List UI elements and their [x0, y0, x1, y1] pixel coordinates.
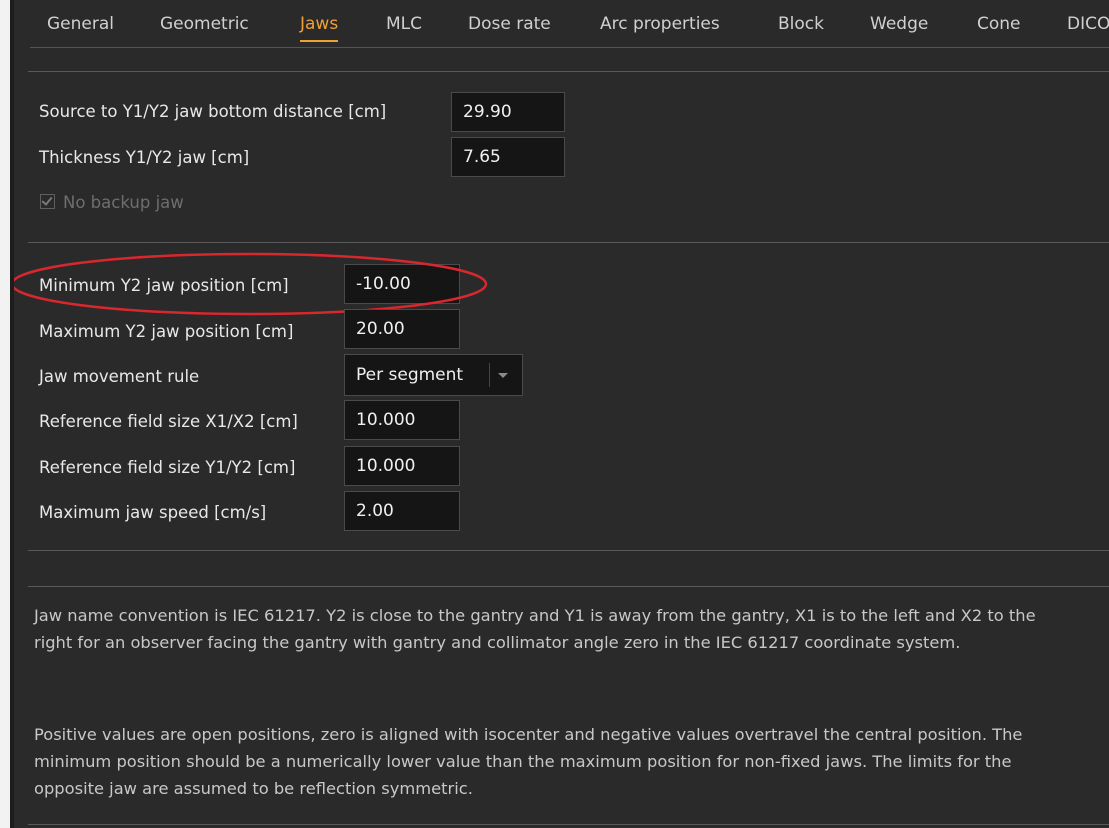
checkbox-checked-icon [40, 194, 55, 209]
ref-field-y-label: Reference field size Y1/Y2 [cm] [39, 458, 296, 477]
tab-arc-properties[interactable]: Arc properties [600, 14, 720, 34]
tab-bar: General Geometric Jaws MLC Dose rate Arc… [14, 0, 1109, 48]
tab-dose-rate[interactable]: Dose rate [468, 14, 551, 34]
max-jaw-speed-label: Maximum jaw speed [cm/s] [39, 503, 267, 522]
no-backup-jaw-label: No backup jaw [63, 193, 184, 212]
ref-field-x-label: Reference field size X1/X2 [cm] [39, 412, 298, 431]
tab-geometric[interactable]: Geometric [160, 14, 249, 34]
max-jaw-speed-input[interactable]: 2.00 [344, 491, 460, 531]
section-divider [28, 71, 1109, 72]
tab-wedge[interactable]: Wedge [870, 14, 928, 34]
chevron-down-icon[interactable] [498, 373, 508, 378]
movement-rule-label: Jaw movement rule [39, 367, 200, 386]
dropdown-separator [489, 363, 490, 387]
source-to-jaw-input[interactable]: 29.90 [451, 92, 565, 132]
highlight-annotation-ellipse [14, 252, 488, 316]
thickness-input[interactable]: 7.65 [451, 137, 565, 177]
thickness-label: Thickness Y1/Y2 jaw [cm] [39, 148, 250, 167]
ref-field-y-input[interactable]: 10.000 [344, 446, 460, 486]
section-divider [28, 586, 1109, 587]
tab-block[interactable]: Block [778, 14, 824, 34]
tab-cone[interactable]: Cone [977, 14, 1021, 34]
section-divider [28, 242, 1109, 243]
source-to-jaw-label: Source to Y1/Y2 jaw bottom distance [cm] [39, 102, 387, 121]
jaw-convention-description: Jaw name convention is IEC 61217. Y2 is … [34, 606, 1036, 652]
section-divider [28, 550, 1109, 551]
window-left-edge [0, 0, 14, 828]
max-y2-label: Maximum Y2 jaw position [cm] [39, 322, 294, 341]
jaws-settings-panel: General Geometric Jaws MLC Dose rate Arc… [14, 0, 1109, 828]
max-y2-input[interactable]: 20.00 [344, 309, 460, 349]
no-backup-jaw-checkbox[interactable]: No backup jaw [40, 193, 184, 212]
section-divider [28, 824, 1109, 825]
tab-mlc[interactable]: MLC [386, 14, 422, 34]
tab-dicom[interactable]: DICO [1067, 14, 1109, 34]
tab-jaws[interactable]: Jaws [300, 14, 339, 42]
movement-rule-dropdown[interactable]: Per segment [344, 354, 523, 396]
movement-rule-value: Per segment [356, 365, 464, 385]
jaw-limits-description: Positive values are open positions, zero… [34, 725, 1023, 798]
ref-field-x-input[interactable]: 10.000 [344, 400, 460, 440]
tab-general[interactable]: General [47, 14, 114, 34]
